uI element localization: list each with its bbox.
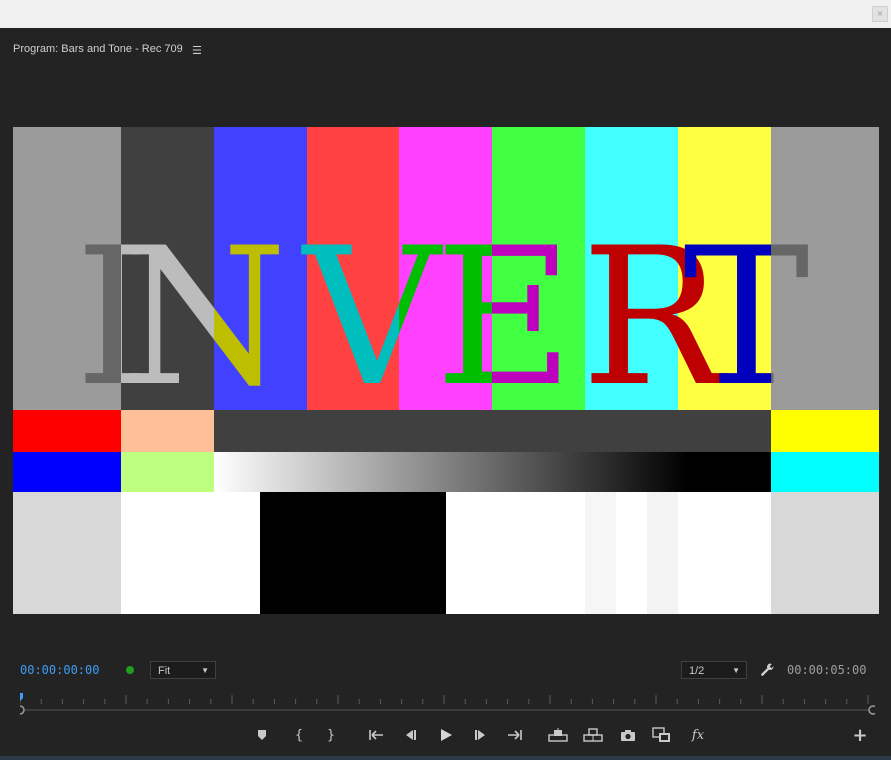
- pluge-1: [585, 492, 616, 614]
- go-to-out-icon: [508, 730, 522, 740]
- step-forward-icon: [475, 730, 485, 740]
- button-editor-button[interactable]: +: [850, 724, 870, 746]
- bottom-black: [260, 492, 446, 614]
- settings-wrench-icon[interactable]: [760, 662, 776, 678]
- blue-block: [13, 452, 121, 492]
- bottom-left-gray: [13, 492, 121, 614]
- marker-icon: [258, 730, 266, 740]
- bottom-white-2: [446, 492, 585, 614]
- bottom-white-3: [678, 492, 771, 614]
- fx-icon: fx: [691, 727, 705, 743]
- pluge-3: [647, 492, 678, 614]
- go-to-in-button[interactable]: [366, 724, 386, 746]
- mark-out-icon: }: [326, 727, 336, 743]
- step-back-icon: [406, 730, 416, 740]
- step-forward-button[interactable]: [471, 724, 491, 746]
- chevron-down-icon: ▼: [732, 666, 740, 675]
- camera-icon: [621, 729, 635, 741]
- go-to-in-icon: [369, 730, 383, 740]
- add-marker-button[interactable]: [252, 724, 272, 746]
- step-back-button[interactable]: [400, 724, 420, 746]
- current-timecode[interactable]: 00:00:00:00: [20, 663, 99, 677]
- bottom-right-gray: [771, 492, 879, 614]
- green-tint-block: [121, 452, 214, 492]
- zoom-level-value: Fit: [158, 665, 171, 677]
- play-button[interactable]: [436, 724, 456, 746]
- panel-title: Program: Bars and Tone - Rec 709: [13, 43, 183, 55]
- lift-icon: [548, 728, 568, 742]
- lift-button[interactable]: [548, 724, 568, 746]
- chevron-down-icon: ▼: [201, 666, 209, 675]
- playback-resolution-dropdown[interactable]: 1/2 ▼: [681, 661, 747, 679]
- mark-out-button[interactable]: }: [321, 724, 341, 746]
- go-to-out-button[interactable]: [505, 724, 525, 746]
- bottom-white-1: [121, 492, 260, 614]
- cyan-block: [771, 452, 879, 492]
- play-icon: [441, 729, 452, 741]
- color-bars-frame: IINNVVEERRTT: [13, 127, 879, 614]
- comparison-view-icon: [652, 727, 670, 742]
- mark-in-icon: {: [294, 727, 304, 743]
- playhead-icon: [16, 691, 23, 702]
- gray-ramp: [214, 452, 771, 492]
- comparison-view-button[interactable]: [652, 724, 672, 746]
- mark-in-button[interactable]: {: [289, 724, 309, 746]
- status-dot-icon: [126, 666, 134, 674]
- zoom-handle-right: [868, 705, 878, 715]
- timeline-ruler[interactable]: [15, 691, 878, 717]
- global-fx-mute-button[interactable]: fx: [688, 724, 708, 746]
- extract-icon: [583, 728, 603, 742]
- invert-overlay-text: IINNVVEERRTT: [75, 207, 810, 428]
- bottom-edge: [0, 756, 891, 760]
- window-close-icon[interactable]: ×: [872, 6, 888, 22]
- window-top-bar: ×: [0, 0, 891, 28]
- hamburger-icon[interactable]: ☰: [192, 44, 202, 57]
- duration-timecode: 00:00:05:00: [787, 663, 867, 677]
- transport-controls: { } fx +: [0, 724, 891, 748]
- zoom-handle-left: [15, 705, 25, 715]
- program-viewer[interactable]: IINNVVEERRTT: [13, 127, 879, 614]
- zoom-level-dropdown[interactable]: Fit ▼: [150, 661, 216, 679]
- extract-button[interactable]: [583, 724, 603, 746]
- pluge-2: [616, 492, 647, 614]
- resolution-value: 1/2: [689, 665, 705, 677]
- plus-icon: +: [852, 724, 868, 746]
- export-frame-button[interactable]: [618, 724, 638, 746]
